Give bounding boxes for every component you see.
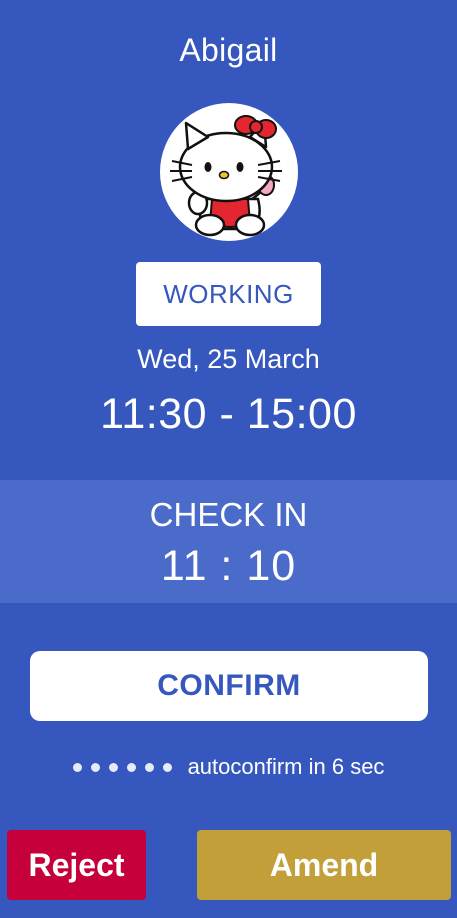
autoconfirm-indicator: autoconfirm in 6 sec — [0, 754, 457, 780]
countdown-dot — [108, 762, 118, 772]
countdown-dot — [126, 762, 136, 772]
check-in-time: 11 : 10 — [160, 542, 297, 590]
check-in-screen: Abigail WORKING Wed, 25 March 11:30 - 15… — [0, 0, 457, 918]
countdown-dot — [72, 762, 82, 772]
reject-button[interactable]: Reject — [7, 830, 146, 900]
amend-button[interactable]: Amend — [197, 830, 451, 900]
countdown-dot — [144, 762, 154, 772]
confirm-button[interactable]: CONFIRM — [30, 651, 428, 721]
check-in-panel: CHECK IN 11 : 10 — [0, 480, 457, 603]
autoconfirm-text: autoconfirm in 6 sec — [187, 754, 385, 779]
avatar — [160, 103, 298, 241]
countdown-dots — [72, 762, 172, 772]
employee-name: Abigail — [179, 32, 278, 68]
shift-date: Wed, 25 March — [137, 344, 320, 374]
hello-kitty-avatar-icon — [170, 115, 282, 237]
countdown-dot — [90, 762, 100, 772]
shift-time-range: 11:30 - 15:00 — [100, 390, 357, 438]
status-badge: WORKING — [136, 262, 321, 326]
check-in-label: CHECK IN — [149, 496, 308, 533]
countdown-dot — [162, 762, 172, 772]
